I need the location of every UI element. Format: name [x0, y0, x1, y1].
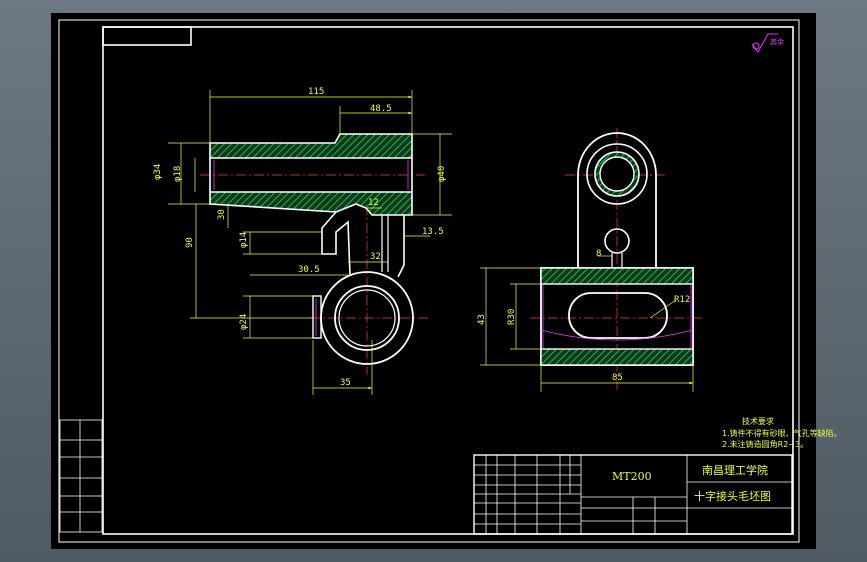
- dim-8: 8: [596, 249, 601, 259]
- surface-roughness-symbol: 其余: [751, 33, 784, 53]
- technical-notes: 技术要求 1.铸件不得有砂眼、气孔等缺陷。 2.未注铸造圆角R2~3。: [722, 416, 842, 449]
- dim-30-5: 30.5: [298, 265, 320, 275]
- dim-30: 30: [217, 209, 227, 220]
- drawing-name: 十字接头毛坯图: [694, 489, 771, 503]
- notes-title: 技术要求: [742, 416, 774, 426]
- dim-phi14: φ14: [239, 232, 249, 248]
- dim-35: 35: [340, 378, 351, 388]
- dim-85: 85: [612, 373, 623, 383]
- dim-r12: R12: [674, 295, 690, 305]
- oblong-slot: [568, 292, 668, 339]
- tube-upper-wall: [209, 133, 413, 159]
- dim-phi18: φ18: [173, 166, 183, 182]
- left-binding-strip: [59, 419, 103, 533]
- cad-drawing: 其余 115 48.5 12 13.5 30.5 32 35 φ34 φ18 φ…: [58, 19, 842, 543]
- dim-115: 115: [308, 87, 324, 97]
- corner-tag-box: [102, 26, 192, 46]
- dim-90: 90: [185, 237, 195, 248]
- surface-symbol-text: 其余: [770, 37, 784, 46]
- dim-r30: R30: [507, 309, 517, 325]
- note-2: 2.未注铸造圆角R2~3。: [722, 439, 808, 449]
- school-name: 南昌理工学院: [702, 463, 768, 477]
- dim-phi24: φ24: [239, 314, 249, 330]
- dim-48-5: 48.5: [370, 104, 392, 114]
- dim-phi40: φ40: [437, 166, 447, 182]
- dim-13-5: 13.5: [422, 227, 444, 237]
- tube-lower-wall: [209, 191, 413, 216]
- front-view: 115 48.5 12 13.5 30.5 32 35 φ34 φ18 φ40 …: [153, 87, 452, 395]
- dim-43: 43: [477, 314, 487, 325]
- side-view: 85 8 R12 43 R30: [477, 128, 705, 392]
- dim-phi34: φ34: [153, 164, 163, 180]
- model-number: MT200: [612, 470, 652, 483]
- note-1: 1.铸件不得有砂眼、气孔等缺陷。: [722, 428, 842, 438]
- dim-12: 12: [368, 198, 379, 208]
- dim-32: 32: [370, 252, 381, 262]
